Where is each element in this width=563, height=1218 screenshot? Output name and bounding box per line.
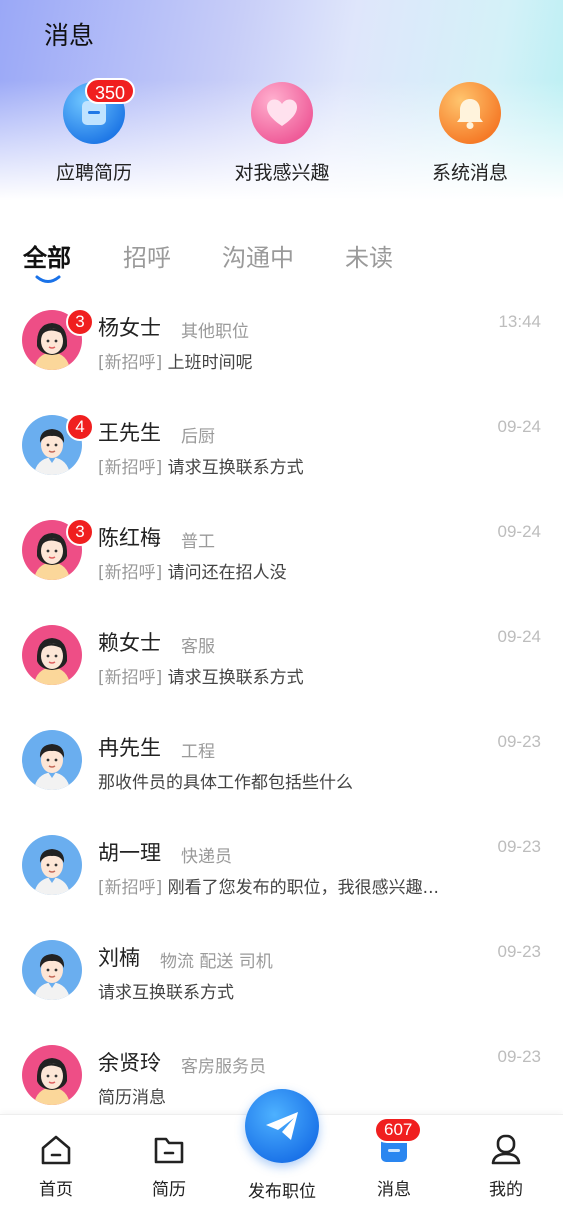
page-title: 消息 (44, 21, 95, 50)
avatar (22, 1045, 82, 1105)
job-tag: 快递员 (181, 847, 232, 867)
message-time: 09-24 (497, 417, 541, 436)
tab-all[interactable]: 全部 (23, 238, 71, 273)
message-text: 那收件员的具体工作都包括些什么 (98, 773, 353, 793)
job-tag: 客服 (181, 637, 215, 657)
bottom-nav: 首页 简历 发布职位 607 消息 我的 (0, 1089, 563, 1218)
contact-name: 杨女士 (98, 316, 161, 340)
job-tag: 客房服务员 (181, 1057, 266, 1077)
message-text: 简历消息 (98, 1088, 166, 1108)
message-time: 09-24 (497, 522, 541, 541)
nav-home[interactable]: 首页 (6, 1115, 106, 1200)
contact-name: 刘楠 (98, 946, 140, 970)
quick-action-interested[interactable]: 对我感兴趣 (202, 82, 362, 185)
nav-messages[interactable]: 607 消息 (344, 1115, 444, 1200)
tab-greetings[interactable]: 招呼 (123, 238, 171, 273)
paper-plane-icon (266, 1112, 298, 1140)
message-time: 09-23 (497, 942, 541, 961)
message-preview: [新招呼] 请求互换联系方式 (98, 453, 304, 478)
unread-badge: 3 (66, 518, 94, 546)
message-preview: [新招呼] 上班时间呢 (98, 348, 253, 373)
heart-icon (251, 82, 313, 144)
active-tab-indicator (35, 275, 61, 283)
contact-name: 赖女士 (98, 631, 161, 655)
message-time: 09-24 (497, 627, 541, 646)
nav-label: 简历 (152, 1180, 186, 1200)
contact-name: 胡一理 (98, 841, 161, 865)
resume-count-badge: 350 (85, 78, 136, 104)
message-icon: 607 (374, 1117, 423, 1167)
list-item[interactable]: 刘楠 物流 配送 司机 09-23 请求互换联系方式 (0, 930, 563, 1035)
quick-action-label: 应聘简历 (55, 162, 132, 184)
quick-actions: 350 应聘简历 对我感兴趣 系统消息 (0, 78, 563, 192)
job-tag: 工程 (181, 742, 215, 762)
message-text: 刚看了您发布的职位，我很感兴趣... (167, 878, 439, 898)
message-preview: 简历消息 (98, 1083, 166, 1108)
message-prefix: [新招呼] (98, 563, 163, 583)
job-tag: 其他职位 (181, 322, 249, 342)
list-item[interactable]: 3 陈红梅 普工 09-24 [新招呼] 请问还在招人没 (0, 510, 563, 615)
message-preview: 那收件员的具体工作都包括些什么 (98, 768, 353, 793)
publish-job-label: 发布职位 (248, 1182, 316, 1202)
list-item[interactable]: 4 王先生 后厨 09-24 [新招呼] 请求互换联系方式 (0, 405, 563, 510)
job-tag: 普工 (181, 532, 215, 552)
message-time: 13:44 (498, 312, 541, 331)
unread-badge: 3 (66, 308, 94, 336)
message-preview: [新招呼] 刚看了您发布的职位，我很感兴趣... (98, 873, 439, 898)
avatar (22, 730, 82, 790)
message-time: 09-23 (497, 837, 541, 856)
message-prefix: [新招呼] (98, 353, 163, 373)
tab-unread[interactable]: 未读 (345, 238, 393, 273)
contact-name: 冉先生 (98, 736, 161, 760)
quick-action-label: 对我感兴趣 (234, 162, 330, 184)
folder-icon (152, 1133, 186, 1167)
message-tabs: 全部 招呼 沟通中 未读 (0, 238, 563, 288)
message-text: 请求互换联系方式 (98, 983, 234, 1003)
unread-badge: 4 (66, 413, 94, 441)
message-text: 请求互换联系方式 (167, 458, 304, 478)
user-icon (489, 1133, 523, 1167)
avatar (22, 940, 82, 1000)
list-item[interactable]: 胡一理 快递员 09-23 [新招呼] 刚看了您发布的职位，我很感兴趣... (0, 825, 563, 930)
publish-job-button[interactable] (245, 1089, 319, 1163)
quick-action-label: 系统消息 (431, 162, 508, 184)
nav-resume[interactable]: 简历 (119, 1115, 219, 1200)
list-item[interactable]: 冉先生 工程 09-23 那收件员的具体工作都包括些什么 (0, 720, 563, 825)
contact-name: 陈红梅 (98, 526, 161, 550)
message-text: 请问还在招人没 (167, 563, 287, 583)
messages-count-badge: 607 (374, 1117, 423, 1143)
list-item[interactable]: 赖女士 客服 09-24 [新招呼] 请求互换联系方式 (0, 615, 563, 720)
nav-label: 首页 (39, 1180, 73, 1200)
nav-mine[interactable]: 我的 (456, 1115, 556, 1200)
quick-action-resumes[interactable]: 350 应聘简历 (14, 78, 174, 185)
avatar (22, 835, 82, 895)
message-text: 上班时间呢 (167, 353, 253, 373)
list-item[interactable]: 3 杨女士 其他职位 13:44 [新招呼] 上班时间呢 (0, 300, 563, 405)
tab-communicating[interactable]: 沟通中 (222, 238, 294, 273)
avatar (22, 625, 82, 685)
contact-name: 余贤玲 (98, 1051, 161, 1075)
message-preview: [新招呼] 请问还在招人没 (98, 558, 287, 583)
message-preview: [新招呼] 请求互换联系方式 (98, 663, 304, 688)
job-tag: 后厨 (181, 427, 215, 447)
message-prefix: [新招呼] (98, 878, 163, 898)
contact-name: 王先生 (98, 421, 161, 445)
bell-icon (439, 82, 501, 144)
message-time: 09-23 (497, 1047, 541, 1066)
nav-label: 我的 (489, 1180, 523, 1200)
job-tag: 物流 配送 司机 (160, 952, 273, 972)
message-prefix: [新招呼] (98, 668, 163, 688)
home-icon (39, 1133, 73, 1167)
message-prefix: [新招呼] (98, 458, 163, 478)
resume-icon: 350 (63, 78, 136, 144)
message-time: 09-23 (497, 732, 541, 751)
message-preview: 请求互换联系方式 (98, 978, 234, 1003)
message-text: 请求互换联系方式 (167, 668, 304, 688)
nav-label: 消息 (377, 1180, 411, 1200)
quick-action-system[interactable]: 系统消息 (390, 82, 550, 185)
